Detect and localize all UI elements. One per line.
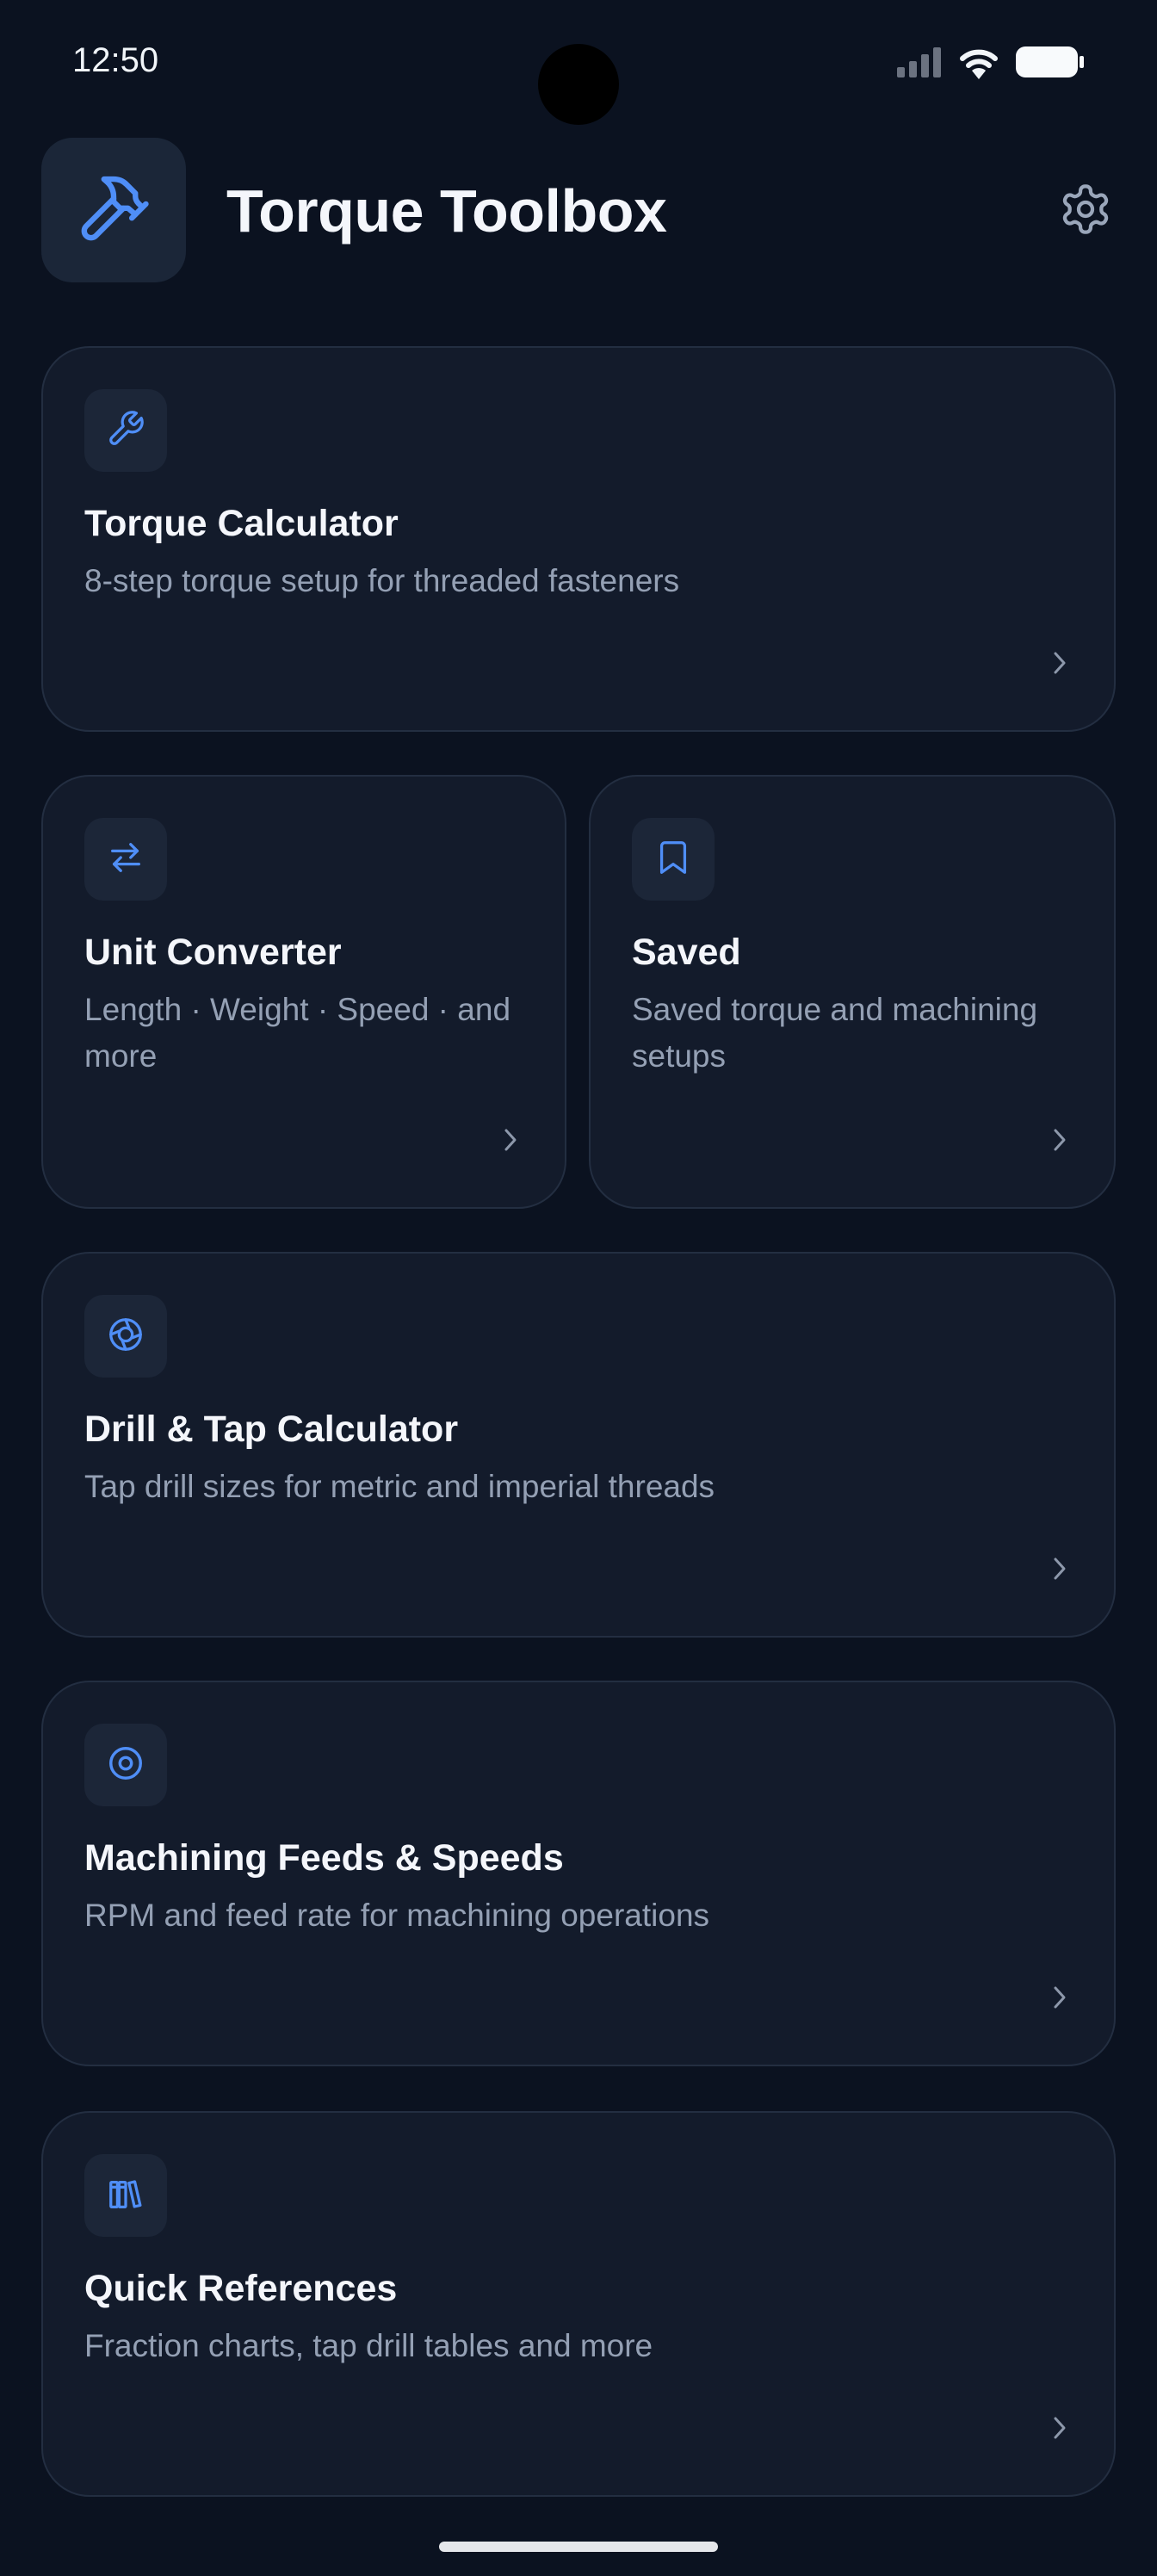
card-title: Torque Calculator xyxy=(84,503,399,544)
card-subtitle: Saved torque and machining setups xyxy=(632,992,1038,1074)
card-subtitle: 8-step torque setup for threaded fastene… xyxy=(84,563,680,598)
wifi-icon xyxy=(957,45,1000,84)
card-title: Drill & Tap Calculator xyxy=(84,1409,459,1450)
signal-icon xyxy=(897,46,942,82)
card-quick-references[interactable]: Quick References Fraction charts, tap dr… xyxy=(41,2111,1116,2497)
home-screen: 12:50 Torque Toolbox Torque Calculator 8… xyxy=(0,0,1157,2576)
card-icon-box xyxy=(84,1724,167,1806)
card-torque-calculator[interactable]: Torque Calculator 8-step torque setup fo… xyxy=(41,346,1116,732)
card-drill-tap-calculator[interactable]: Drill & Tap Calculator Tap drill sizes f… xyxy=(41,1252,1116,1638)
status-bar: 12:50 xyxy=(0,0,1157,129)
card-saved[interactable]: Saved Saved torque and machining setups xyxy=(589,775,1116,1209)
gear-icon xyxy=(1058,182,1113,241)
camera-cutout xyxy=(538,44,619,125)
bookmark-icon xyxy=(653,838,693,882)
target-icon xyxy=(106,1743,145,1787)
settings-button[interactable] xyxy=(1055,181,1116,241)
arrows-swap-icon xyxy=(106,838,145,882)
app-logo xyxy=(41,138,186,282)
chevron-right-icon xyxy=(1047,2412,1073,2443)
card-subtitle: Length · Weight · Speed · and more xyxy=(84,992,511,1074)
home-indicator[interactable] xyxy=(439,2542,718,2552)
chevron-right-icon xyxy=(1047,1982,1073,2013)
card-icon-box xyxy=(84,389,167,472)
card-machining-feeds-speeds[interactable]: Machining Feeds & Speeds RPM and feed ra… xyxy=(41,1681,1116,2066)
card-subtitle: Tap drill sizes for metric and imperial … xyxy=(84,1469,715,1504)
card-unit-converter[interactable]: Unit Converter Length · Weight · Speed ·… xyxy=(41,775,566,1209)
chevron-right-icon xyxy=(498,1124,523,1155)
chevron-right-icon xyxy=(1047,647,1073,678)
chevron-right-icon xyxy=(1047,1124,1073,1155)
card-icon-box xyxy=(84,818,167,901)
hammer-wrench-icon xyxy=(75,170,152,251)
card-title: Unit Converter xyxy=(84,932,342,973)
battery-icon xyxy=(1016,45,1085,84)
wrench-icon xyxy=(106,409,145,453)
card-title: Quick References xyxy=(84,2268,398,2309)
card-subtitle: RPM and feed rate for machining operatio… xyxy=(84,1898,710,1933)
status-icons xyxy=(897,45,1085,84)
app-title: Torque Toolbox xyxy=(226,177,667,245)
books-icon xyxy=(106,2174,145,2218)
card-title: Saved xyxy=(632,932,741,973)
card-icon-box xyxy=(84,2154,167,2237)
card-title: Machining Feeds & Speeds xyxy=(84,1837,564,1879)
status-time: 12:50 xyxy=(72,41,159,79)
drill-bit-icon xyxy=(106,1315,145,1359)
card-subtitle: Fraction charts, tap drill tables and mo… xyxy=(84,2328,653,2363)
app-header: Torque Toolbox xyxy=(41,138,1116,284)
card-icon-box xyxy=(632,818,715,901)
card-icon-box xyxy=(84,1295,167,1378)
chevron-right-icon xyxy=(1047,1553,1073,1584)
